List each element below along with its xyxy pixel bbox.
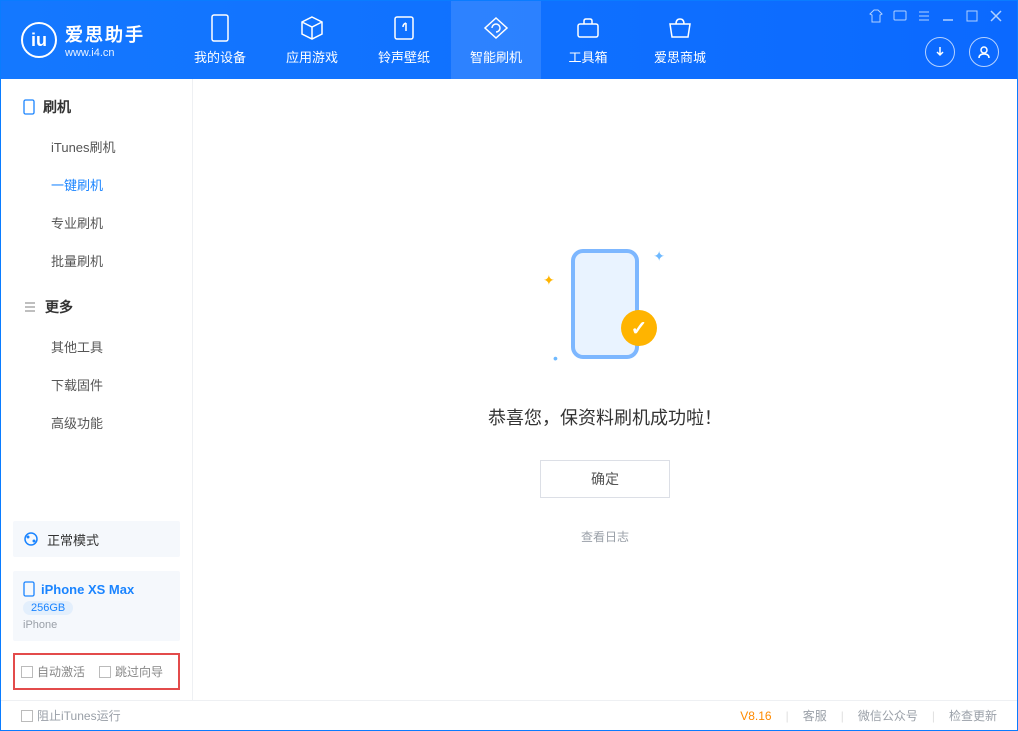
sparkle-icon: ✦ [653, 248, 665, 265]
tab-my-device[interactable]: 我的设备 [175, 1, 265, 79]
device-card[interactable]: iPhone XS Max 256GB iPhone [13, 571, 180, 641]
device-icon [23, 581, 35, 597]
sidebar-item-itunes-flash[interactable]: iTunes刷机 [51, 127, 192, 165]
sidebar-list-more: 其他工具 下载固件 高级功能 [1, 327, 192, 441]
footer-right: V8.16 | 客服 | 微信公众号 | 检查更新 [740, 707, 997, 724]
auto-activate-checkbox[interactable]: 自动激活 [21, 663, 85, 680]
logo-title: 爱思助手 [65, 21, 145, 47]
confirm-button[interactable]: 确定 [540, 460, 670, 498]
sidebar-item-download-firmware[interactable]: 下载固件 [51, 365, 192, 403]
tab-label: 工具箱 [568, 47, 607, 66]
checkbox-icon [21, 710, 33, 722]
sidebar-item-advanced[interactable]: 高级功能 [51, 403, 192, 441]
sidebar-section-more: 更多 [1, 279, 192, 327]
header: iu 爱思助手 www.i4.cn 我的设备 应用游戏 铃声壁纸 智能刷机 [1, 1, 1017, 79]
section-title: 更多 [45, 297, 73, 317]
user-button[interactable] [969, 37, 999, 67]
tab-label: 铃声壁纸 [378, 47, 430, 66]
device-name-row: iPhone XS Max [23, 581, 170, 597]
body-area: 刷机 iTunes刷机 一键刷机 专业刷机 批量刷机 更多 其他工具 下载固件 … [1, 79, 1017, 700]
cube-icon [299, 15, 325, 41]
success-illustration: ✦ ✦ • ✓ [535, 234, 675, 374]
mode-label: 正常模式 [47, 530, 99, 549]
music-icon [391, 15, 417, 41]
toolbox-icon [575, 15, 601, 41]
wechat-link[interactable]: 微信公众号 [858, 707, 918, 724]
checkbox-icon [99, 666, 111, 678]
store-icon [667, 15, 693, 41]
block-itunes-checkbox[interactable]: 阻止iTunes运行 [21, 707, 121, 724]
sidebar: 刷机 iTunes刷机 一键刷机 专业刷机 批量刷机 更多 其他工具 下载固件 … [1, 79, 193, 700]
tab-label: 爱思商城 [654, 47, 706, 66]
sidebar-section-flash: 刷机 [1, 79, 192, 127]
minimize-icon[interactable] [941, 9, 955, 23]
device-type: iPhone [23, 619, 170, 631]
sidebar-item-other-tools[interactable]: 其他工具 [51, 327, 192, 365]
nav-tabs: 我的设备 应用游戏 铃声壁纸 智能刷机 工具箱 爱思商城 [175, 1, 725, 79]
highlighted-checkbox-row: 自动激活 跳过向导 [13, 653, 180, 690]
app-logo: iu 爱思助手 www.i4.cn [21, 21, 145, 59]
mode-icon [23, 531, 39, 547]
checkbox-label: 自动激活 [37, 663, 85, 680]
sidebar-item-pro-flash[interactable]: 专业刷机 [51, 203, 192, 241]
download-button[interactable] [925, 37, 955, 67]
tab-label: 我的设备 [194, 47, 246, 66]
mode-status-card[interactable]: 正常模式 [13, 521, 180, 557]
feedback-icon[interactable] [893, 9, 907, 23]
maximize-icon[interactable] [965, 9, 979, 23]
footer: 阻止iTunes运行 V8.16 | 客服 | 微信公众号 | 检查更新 [1, 700, 1017, 730]
header-user-controls [925, 37, 999, 67]
app-window: iu 爱思助手 www.i4.cn 我的设备 应用游戏 铃声壁纸 智能刷机 [0, 0, 1018, 731]
phone-small-icon [23, 99, 35, 115]
sidebar-item-batch-flash[interactable]: 批量刷机 [51, 241, 192, 279]
sparkle-icon: • [553, 350, 558, 366]
tab-apps-games[interactable]: 应用游戏 [267, 1, 357, 79]
skip-guide-checkbox[interactable]: 跳过向导 [99, 663, 163, 680]
view-log-link[interactable]: 查看日志 [581, 528, 629, 545]
checkbox-label: 阻止iTunes运行 [37, 707, 121, 724]
close-icon[interactable] [989, 9, 1003, 23]
main-content: ✦ ✦ • ✓ 恭喜您，保资料刷机成功啦！ 确定 查看日志 [193, 79, 1017, 700]
tab-smart-flash[interactable]: 智能刷机 [451, 1, 541, 79]
tab-label: 应用游戏 [286, 47, 338, 66]
tab-toolbox[interactable]: 工具箱 [543, 1, 633, 79]
storage-badge: 256GB [23, 601, 73, 615]
checkbox-label: 跳过向导 [115, 663, 163, 680]
logo-icon: iu [21, 22, 57, 58]
check-circle-icon: ✓ [621, 310, 657, 346]
refresh-icon [483, 15, 509, 41]
version-label: V8.16 [740, 709, 771, 723]
check-update-link[interactable]: 检查更新 [949, 707, 997, 724]
list-icon [23, 300, 37, 314]
menu-icon[interactable] [917, 9, 931, 23]
checkbox-icon [21, 666, 33, 678]
sidebar-list-flash: iTunes刷机 一键刷机 专业刷机 批量刷机 [1, 127, 192, 279]
success-message: 恭喜您，保资料刷机成功啦！ [488, 404, 722, 430]
tab-ringtone-wallpaper[interactable]: 铃声壁纸 [359, 1, 449, 79]
sidebar-item-oneclick-flash[interactable]: 一键刷机 [51, 165, 192, 203]
phone-icon [207, 15, 233, 41]
tab-store[interactable]: 爱思商城 [635, 1, 725, 79]
tab-label: 智能刷机 [470, 47, 522, 66]
section-title: 刷机 [43, 97, 71, 117]
sparkle-icon: ✦ [543, 272, 555, 289]
support-link[interactable]: 客服 [803, 707, 827, 724]
device-name: iPhone XS Max [41, 582, 134, 597]
window-controls-top [869, 9, 1003, 23]
shirt-icon[interactable] [869, 9, 883, 23]
logo-url: www.i4.cn [65, 47, 145, 59]
